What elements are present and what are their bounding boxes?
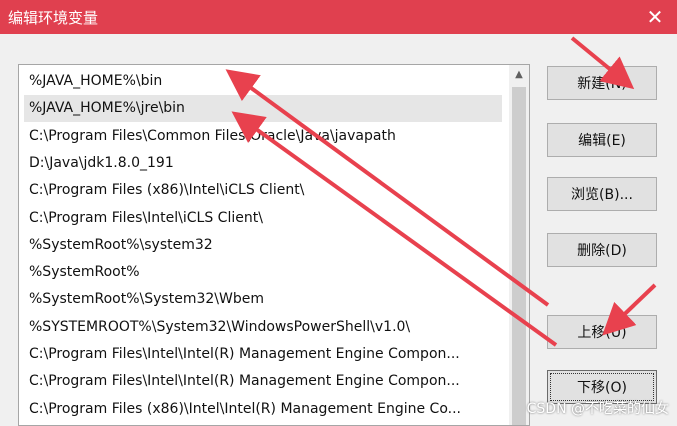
path-list[interactable]: %JAVA_HOME%\bin %JAVA_HOME%\jre\bin C:\Pro…	[18, 64, 530, 426]
list-item[interactable]: C:\Program Files\Intel\Intel(R) Manageme…	[24, 341, 502, 368]
new-button[interactable]: 新建(N)	[547, 66, 657, 100]
browse-button[interactable]: 浏览(B)...	[547, 177, 657, 211]
title-bar: 编辑环境变量 ✕	[0, 0, 677, 34]
delete-button[interactable]: 删除(D)	[547, 233, 657, 267]
list-item[interactable]: %SystemRoot%\System32\Wbem	[24, 286, 502, 313]
scroll-thumb[interactable]	[512, 87, 526, 425]
list-item[interactable]: C:\Program Files (x86)\Intel\Intel(R) Ma…	[24, 396, 502, 423]
edit-button[interactable]: 编辑(E)	[547, 123, 657, 157]
list-item[interactable]: %JAVA_HOME%\jre\bin	[24, 95, 502, 123]
list-item[interactable]: C:\Program Files\Common Files\Oracle\Jav…	[24, 123, 502, 150]
scroll-up-icon[interactable]: ▲	[509, 65, 529, 85]
list-item[interactable]: %SYSTEMROOT%\System32\WindowsPowerShell\…	[24, 314, 502, 341]
list-item[interactable]: C:\Program Files (x86)\Intel\iCLS Client…	[24, 177, 502, 204]
watermark: CSDN @不吃菜的仙女	[526, 401, 669, 417]
close-icon[interactable]: ✕	[641, 3, 669, 31]
list-item[interactable]: C:\Program Files\Intel\iCLS Client\	[24, 205, 502, 232]
list-item[interactable]: D:\Java\jdk1.8.0_191	[24, 150, 502, 177]
list-item[interactable]: %SystemRoot%\system32	[24, 232, 502, 259]
list-item[interactable]: %SystemRoot%	[24, 259, 502, 286]
window-title: 编辑环境变量	[8, 9, 99, 27]
list-item[interactable]: C:\Program Files\Intel\Intel(R) Manageme…	[24, 368, 502, 395]
move-up-button[interactable]: 上移(U)	[547, 315, 657, 349]
vertical-scrollbar[interactable]: ▲	[509, 65, 529, 425]
list-item[interactable]: %JAVA_HOME%\bin	[24, 68, 502, 95]
